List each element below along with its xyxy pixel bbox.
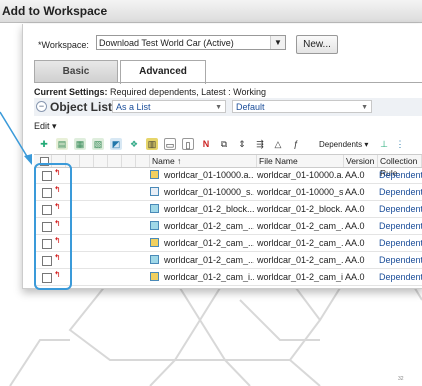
assembly-icon bbox=[150, 272, 159, 281]
tab-basic[interactable]: Basic bbox=[34, 60, 118, 83]
table-row[interactable]: ↰ worldcar_01-2_cam_... worldcar_01-2_ca… bbox=[34, 235, 422, 252]
blank-page-icon[interactable]: ▭ bbox=[164, 138, 176, 150]
tree-icon[interactable]: ⊥ bbox=[378, 138, 390, 150]
row-collection-rule: Dependent bbox=[379, 272, 422, 282]
assembly-icon bbox=[150, 170, 159, 179]
refresh-icon[interactable]: ❖ bbox=[128, 138, 140, 150]
tab-divider bbox=[34, 82, 422, 83]
column-header-version[interactable]: Version bbox=[344, 155, 378, 167]
row-version: AA.0 bbox=[345, 187, 365, 197]
view-option-value: As a List bbox=[116, 102, 151, 112]
column-header-collection-rule[interactable]: Collection Rule bbox=[378, 155, 422, 178]
row-version: AA.0 bbox=[345, 255, 365, 265]
row-version: AA.0 bbox=[345, 204, 365, 214]
row-file-name: worldcar_01-2_block... bbox=[257, 204, 343, 214]
table-row[interactable]: ↰ worldcar_01-2_cam_... worldcar_01-2_ca… bbox=[34, 218, 422, 235]
filter-option-select[interactable]: Default ▼ bbox=[232, 100, 372, 113]
row-name[interactable]: worldcar_01-2_cam_... bbox=[164, 221, 254, 231]
window-title: Add to Workspace bbox=[2, 4, 108, 18]
current-settings-value: Required dependents, Latest : Working bbox=[110, 87, 266, 97]
view-option-select[interactable]: As a List ▼ bbox=[112, 100, 226, 113]
filter-option-value: Default bbox=[236, 102, 265, 112]
highlight-callout bbox=[34, 163, 72, 290]
row-collection-rule: Dependent bbox=[379, 170, 422, 180]
part-icon bbox=[150, 204, 159, 213]
chevron-down-icon[interactable]: ▼ bbox=[270, 36, 285, 49]
corner-note: 32 bbox=[398, 376, 404, 382]
assembly-icon bbox=[150, 238, 159, 247]
new-page-icon[interactable]: ⧉ bbox=[218, 138, 230, 150]
table-row[interactable]: ↰ worldcar_01-2_block... worldcar_01-2_b… bbox=[34, 201, 422, 218]
row-name[interactable]: worldcar_01-2_cam_... bbox=[164, 238, 254, 248]
current-settings-label: Current Settings: bbox=[34, 87, 108, 97]
row-version: AA.0 bbox=[345, 170, 365, 180]
workspace-label: *Workspace: bbox=[38, 40, 89, 50]
row-file-name: worldcar_01-10000.a... bbox=[257, 170, 343, 180]
header-blank bbox=[122, 155, 136, 167]
table-row[interactable]: ↰ worldcar_01-10000_s... worldcar_01-100… bbox=[34, 184, 422, 201]
collect-all-icon[interactable]: ▧ bbox=[92, 138, 104, 150]
workspace-select[interactable]: Download Test World Car (Active) ▼ bbox=[96, 35, 286, 50]
updown-icon[interactable]: ⇕ bbox=[236, 138, 248, 150]
callout-arrow-icon bbox=[0, 111, 32, 165]
row-collection-rule: Dependent bbox=[379, 204, 422, 214]
row-file-name: worldcar_01-10000_s... bbox=[257, 187, 343, 197]
row-file-name: worldcar_01-2_cam_i... bbox=[257, 272, 343, 282]
table-row[interactable]: ↰ worldcar_01-10000.a... worldcar_01-100… bbox=[34, 167, 422, 184]
row-collection-rule: Dependent bbox=[379, 221, 422, 231]
row-name[interactable]: worldcar_01-10000.a... bbox=[164, 170, 254, 180]
more-icon[interactable]: ⋮ bbox=[394, 138, 406, 150]
header-blank bbox=[80, 155, 94, 167]
row-name[interactable]: worldcar_01-2_block... bbox=[164, 204, 254, 214]
object-list-title: Object List bbox=[50, 100, 113, 114]
row-name[interactable]: worldcar_01-10000_s... bbox=[164, 187, 254, 197]
row-name[interactable]: worldcar_01-2_cam_i... bbox=[164, 272, 254, 282]
current-settings: Current Settings: Required dependents, L… bbox=[34, 87, 266, 97]
dependents-menu[interactable]: Dependents ▾ bbox=[319, 140, 368, 149]
header-blank bbox=[94, 155, 108, 167]
row-collection-rule: Dependent bbox=[379, 187, 422, 197]
filter-icon[interactable]: ⇶ bbox=[254, 138, 266, 150]
row-collection-rule: Dependent bbox=[379, 238, 422, 248]
part-icon bbox=[150, 221, 159, 230]
chevron-down-icon: ▼ bbox=[361, 104, 368, 111]
column-header-file-name[interactable]: File Name bbox=[257, 155, 344, 167]
new-workspace-button[interactable]: New... bbox=[296, 35, 338, 54]
column-header-name[interactable]: Name ↑ bbox=[150, 155, 257, 167]
header-blank bbox=[136, 155, 150, 167]
row-file-name: worldcar_01-2_cam_... bbox=[257, 255, 343, 265]
row-file-name: worldcar_01-2_cam_... bbox=[257, 238, 343, 248]
toolbar: ✚ ▤ ▦ ▧ ◩ ❖ ▥ ▭ ▯ N ⧉ ⇕ ⇶ △ ƒ Dependents… bbox=[34, 136, 422, 154]
window-title-bar: Add to Workspace bbox=[0, 0, 422, 23]
collect-icon[interactable]: ▤ bbox=[56, 138, 68, 150]
row-version: AA.0 bbox=[345, 221, 365, 231]
collect-required-icon[interactable]: ▦ bbox=[74, 138, 86, 150]
row-collection-rule: Dependent bbox=[379, 255, 422, 265]
function-icon[interactable]: ƒ bbox=[290, 138, 302, 150]
part-icon bbox=[150, 255, 159, 264]
object-list-header: − Object List As a List ▼ Default ▼ bbox=[34, 98, 422, 116]
chevron-down-icon: ▼ bbox=[215, 104, 222, 111]
row-version: AA.0 bbox=[345, 272, 365, 282]
table-row[interactable]: ↰ worldcar_01-2_cam_i... worldcar_01-2_c… bbox=[34, 269, 422, 286]
table-header: Name ↑ File Name Version Collection Rule bbox=[34, 154, 422, 178]
recycle-icon[interactable]: △ bbox=[272, 138, 284, 150]
remove-icon[interactable]: N bbox=[200, 138, 212, 150]
row-version: AA.0 bbox=[345, 238, 365, 248]
header-blank bbox=[108, 155, 122, 167]
chart-icon[interactable]: ◩ bbox=[110, 138, 122, 150]
page-icon[interactable]: ▯ bbox=[182, 138, 194, 150]
table-icon[interactable]: ▥ bbox=[146, 138, 158, 150]
workspace-selected-value: Download Test World Car (Active) bbox=[99, 38, 234, 48]
row-name[interactable]: worldcar_01-2_cam_... bbox=[164, 255, 254, 265]
table-row[interactable]: ↰ worldcar_01-2_cam_... worldcar_01-2_ca… bbox=[34, 252, 422, 269]
row-file-name: worldcar_01-2_cam_... bbox=[257, 221, 343, 231]
tab-advanced[interactable]: Advanced bbox=[120, 60, 206, 84]
drawing-icon bbox=[150, 187, 159, 196]
